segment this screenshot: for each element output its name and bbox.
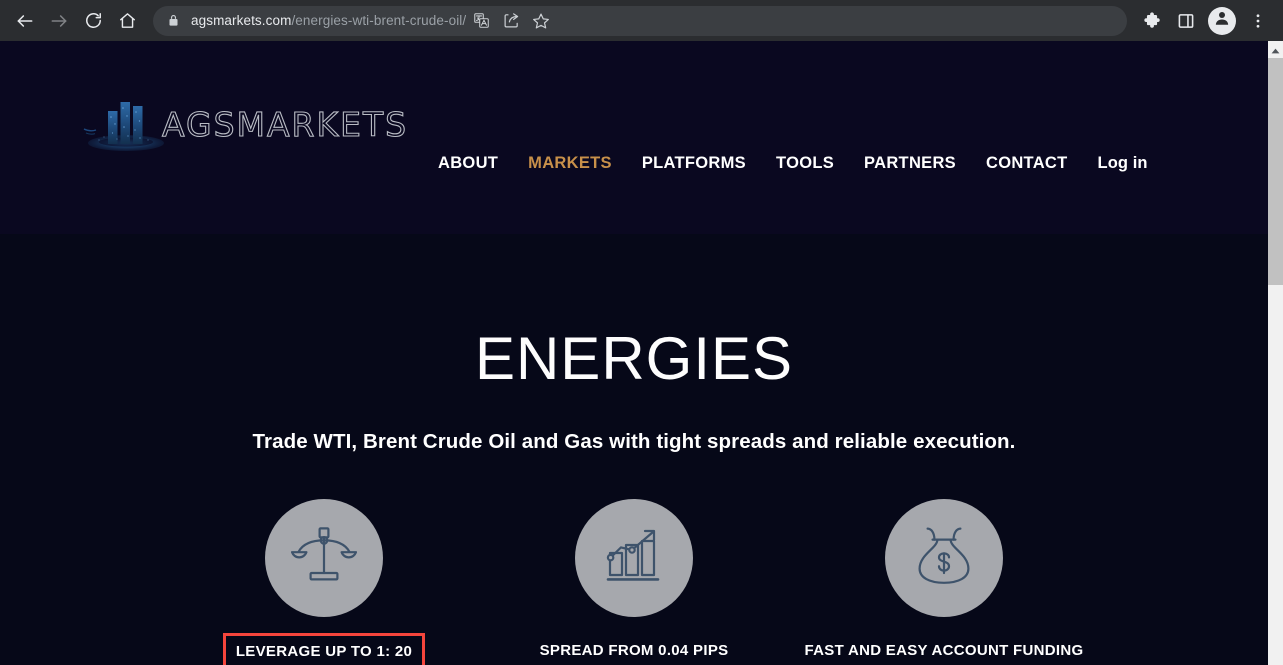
forward-button[interactable] [42, 4, 76, 38]
url-domain: agsmarkets.com [191, 13, 292, 28]
home-icon [118, 11, 137, 30]
toolbar-right-actions [1135, 4, 1275, 38]
page-title: ENERGIES [474, 325, 794, 392]
nav-item-login[interactable]: Log in [1098, 154, 1148, 173]
lock-icon [167, 14, 180, 27]
browser-toolbar: agsmarkets.com/energies-wti-brent-crude-… [0, 0, 1283, 41]
page-viewport: AGSMARKETS ABOUT MARKETS PLATFORMS TOOLS… [0, 41, 1268, 665]
nav-item-about[interactable]: ABOUT [438, 154, 498, 173]
nav-item-tools[interactable]: TOOLS [776, 154, 834, 173]
feature-label: LEVERAGE UP TO 1: 20 [222, 633, 426, 665]
url-path: /energies-wti-brent-crude-oil/ [291, 13, 467, 28]
share-icon [503, 12, 520, 29]
scroll-up-button[interactable] [1268, 41, 1283, 58]
three-dot-menu-icon [1249, 12, 1267, 30]
main-navigation: ABOUT MARKETS PLATFORMS TOOLS PARTNERS C… [438, 154, 1148, 173]
page-scrollbar[interactable] [1268, 41, 1283, 665]
reload-button[interactable] [76, 4, 110, 38]
home-button[interactable] [110, 4, 144, 38]
extensions-button[interactable] [1135, 4, 1169, 38]
back-arrow-icon [15, 11, 35, 31]
profile-button[interactable] [1208, 6, 1236, 35]
reload-icon [84, 11, 103, 30]
side-panel-icon [1177, 12, 1195, 30]
site-logo[interactable]: AGSMARKETS [82, 93, 408, 155]
bookmark-button[interactable] [526, 6, 556, 36]
extensions-puzzle-icon [1143, 11, 1162, 30]
profile-avatar-icon [1213, 9, 1231, 32]
scroll-up-arrow-icon [1271, 41, 1280, 59]
omnibox-actions [466, 6, 556, 36]
agsmarkets-logo-mark-icon [82, 93, 166, 155]
address-bar[interactable]: agsmarkets.com/energies-wti-brent-crude-… [153, 5, 1127, 36]
bar-chart-growth-icon [602, 526, 666, 591]
feature-funding: FAST AND EASY ACCOUNT FUNDING [805, 499, 1083, 665]
money-bag-icon [916, 526, 972, 591]
scrollbar-thumb[interactable] [1268, 58, 1283, 285]
feature-icon-wrapper [575, 499, 693, 617]
translate-button[interactable] [466, 6, 496, 36]
feature-spread: SPREAD FROM 0.04 PIPS [540, 499, 728, 665]
feature-label: SPREAD FROM 0.04 PIPS [539, 642, 729, 659]
back-button[interactable] [8, 4, 42, 38]
feature-icon-wrapper [265, 499, 383, 617]
forward-arrow-icon [49, 11, 69, 31]
feature-label: FAST AND EASY ACCOUNT FUNDING [804, 642, 1084, 659]
translate-icon [473, 12, 490, 29]
feature-leverage: LEVERAGE UP TO 1: 20 [222, 499, 426, 665]
nav-item-platforms[interactable]: PLATFORMS [642, 154, 746, 173]
nav-item-contact[interactable]: CONTACT [986, 154, 1068, 173]
side-panel-button[interactable] [1169, 4, 1203, 38]
feature-icon-wrapper [885, 499, 1003, 617]
browser-menu-button[interactable] [1241, 4, 1275, 38]
feature-list: LEVERAGE UP TO 1: 20 SPREAD FROM 0.04 PI… [0, 499, 1268, 665]
nav-item-markets[interactable]: MARKETS [528, 154, 612, 173]
balance-scale-icon [290, 525, 358, 592]
logo-wordmark: AGSMARKETS [161, 104, 409, 144]
page-subtitle: Trade WTI, Brent Crude Oil and Gas with … [252, 430, 1016, 453]
share-button[interactable] [496, 6, 526, 36]
bookmark-star-icon [532, 12, 550, 30]
nav-item-partners[interactable]: PARTNERS [864, 154, 956, 173]
url-text: agsmarkets.com/energies-wti-brent-crude-… [191, 13, 466, 28]
